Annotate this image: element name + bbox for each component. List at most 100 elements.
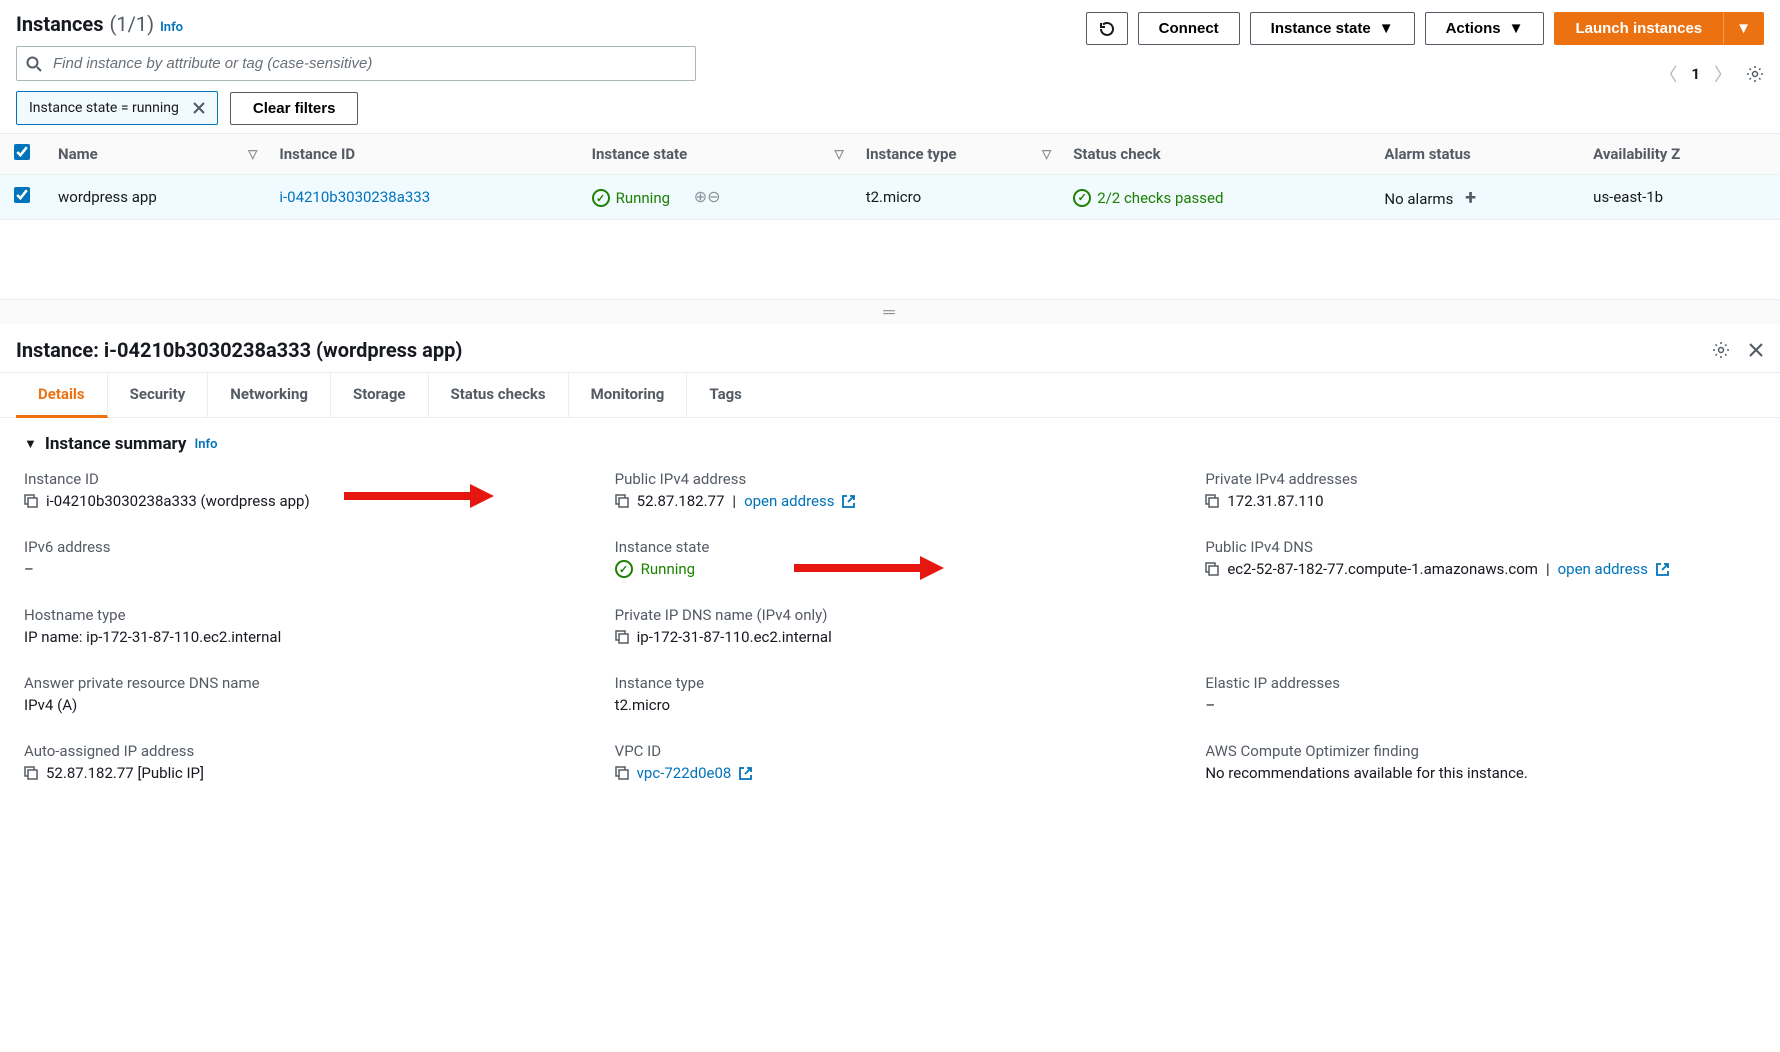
actions-button[interactable]: Actions ▼	[1425, 12, 1545, 45]
launch-button-group: Launch instances ▼	[1554, 12, 1764, 45]
prev-page-button[interactable]: 〈	[1659, 61, 1677, 87]
summary-private-dns: Private IP DNS name (IPv4 only) ip-172-3…	[615, 606, 1166, 646]
summary-ipv6: IPv6 address –	[24, 538, 575, 578]
external-link-icon	[1656, 563, 1669, 576]
col-instance-state[interactable]: Instance state▽	[578, 134, 852, 175]
summary-grid: Instance ID i-04210b3030238a333 (wordpre…	[24, 470, 1756, 782]
filter-chip: Instance state = running	[16, 91, 218, 125]
vpc-link[interactable]: vpc-722d0e08	[637, 764, 732, 782]
copy-icon[interactable]	[615, 630, 629, 644]
select-all-checkbox[interactable]	[14, 144, 30, 160]
summary-answer-dns: Answer private resource DNS name IPv4 (A…	[24, 674, 575, 714]
summary-public-ipv4: Public IPv4 address 52.87.182.77 | open …	[615, 470, 1166, 510]
check-circle-icon: ✓	[1073, 189, 1091, 207]
summary-optimizer: AWS Compute Optimizer finding No recomme…	[1205, 742, 1756, 782]
open-address-link[interactable]: open address	[1558, 560, 1648, 578]
summary-info-link[interactable]: Info	[195, 437, 218, 452]
connect-button[interactable]: Connect	[1138, 12, 1240, 45]
filter-row: Instance state = running Clear filters	[16, 91, 1086, 125]
tab-security[interactable]: Security	[108, 373, 209, 417]
tab-storage[interactable]: Storage	[331, 373, 429, 417]
col-instance-id[interactable]: Instance ID	[265, 134, 577, 175]
instance-state-label: Instance state	[1271, 20, 1371, 37]
summary-vpc-id: VPC ID vpc-722d0e08	[615, 742, 1166, 782]
panel-resize-handle[interactable]: ═	[0, 300, 1780, 324]
filter-chip-remove[interactable]	[189, 98, 209, 118]
tab-tags[interactable]: Tags	[687, 373, 764, 417]
title-row: Instances (1/1) Info	[16, 12, 1086, 36]
summary-title: Instance summary	[45, 434, 187, 454]
launch-button[interactable]: Launch instances	[1554, 12, 1723, 45]
detail-header: Instance: i-04210b3030238a333 (wordpress…	[0, 324, 1780, 373]
cell-alarm-status: No alarms +	[1370, 175, 1579, 220]
col-availability[interactable]: Availability Z	[1579, 134, 1780, 175]
check-circle-icon: ✓	[615, 560, 633, 578]
tab-networking[interactable]: Networking	[208, 373, 331, 417]
cell-instance-id[interactable]: i-04210b3030238a333	[279, 188, 430, 206]
summary-hostname-type: Hostname type IP name: ip-172-31-87-110.…	[24, 606, 575, 646]
detail-settings-icon[interactable]	[1712, 341, 1730, 359]
table-spacer	[0, 220, 1780, 300]
table-row[interactable]: wordpress app i-04210b3030238a333 ✓ Runn…	[0, 175, 1780, 220]
col-alarm-status[interactable]: Alarm status	[1370, 134, 1579, 175]
open-address-link[interactable]: open address	[744, 492, 834, 510]
cell-name: wordpress app	[44, 175, 265, 220]
summary-elastic-ip: Elastic IP addresses –	[1205, 674, 1756, 714]
summary-instance-state: Instance state ✓ Running	[615, 538, 1166, 578]
tab-status-checks[interactable]: Status checks	[429, 373, 569, 417]
cell-instance-state: ✓ Running	[592, 189, 670, 207]
settings-icon[interactable]	[1746, 65, 1764, 83]
filter-icon: ▽	[1042, 147, 1051, 161]
header-left: Instances (1/1) Info Instance state = ru…	[16, 12, 1086, 125]
instances-table: Name▽ Instance ID Instance state▽ Instan…	[0, 133, 1780, 220]
page-count: (1/1)	[110, 12, 155, 36]
clear-filters-button[interactable]: Clear filters	[230, 92, 359, 125]
summary-private-ipv4: Private IPv4 addresses 172.31.87.110	[1205, 470, 1756, 510]
header-right: Connect Instance state ▼ Actions ▼ Launc…	[1086, 12, 1764, 87]
pagination-row: 〈 1 〉	[1659, 61, 1764, 87]
copy-icon[interactable]	[24, 766, 38, 780]
filter-icon: ▽	[834, 147, 843, 161]
detail-tabs: Details Security Networking Storage Stat…	[0, 373, 1780, 418]
caret-down-icon: ▼	[1379, 20, 1394, 37]
tab-details[interactable]: Details	[16, 373, 108, 418]
summary-section: ▼ Instance summary Info Instance ID i-04…	[0, 418, 1780, 798]
tab-monitoring[interactable]: Monitoring	[569, 373, 688, 417]
copy-icon[interactable]	[1205, 562, 1219, 576]
page-header: Instances (1/1) Info Instance state = ru…	[0, 0, 1780, 133]
close-detail-button[interactable]	[1748, 342, 1764, 358]
detail-title: Instance: i-04210b3030238a333 (wordpress…	[16, 338, 462, 362]
copy-icon[interactable]	[24, 494, 38, 508]
add-alarm-button[interactable]: +	[1465, 185, 1476, 209]
summary-public-dns: Public IPv4 DNS ec2-52-87-182-77.compute…	[1205, 538, 1756, 578]
search-input[interactable]	[16, 46, 696, 81]
row-checkbox[interactable]	[14, 187, 30, 203]
action-row: Connect Instance state ▼ Actions ▼ Launc…	[1086, 12, 1764, 45]
caret-down-icon: ▼	[1509, 20, 1524, 37]
page-title: Instances	[16, 12, 104, 36]
col-status-check[interactable]: Status check	[1059, 134, 1370, 175]
instance-state-button[interactable]: Instance state ▼	[1250, 12, 1415, 45]
filter-chip-label: Instance state = running	[29, 100, 179, 116]
zoom-icons[interactable]: ⊕⊖	[694, 187, 721, 206]
external-link-icon	[739, 767, 752, 780]
summary-instance-type: Instance type t2.micro	[615, 674, 1166, 714]
table-header-row: Name▽ Instance ID Instance state▽ Instan…	[0, 134, 1780, 175]
summary-head[interactable]: ▼ Instance summary Info	[24, 434, 1756, 454]
refresh-button[interactable]	[1086, 12, 1128, 45]
col-instance-type[interactable]: Instance type▽	[852, 134, 1059, 175]
copy-icon[interactable]	[1205, 494, 1219, 508]
caret-down-icon: ▼	[1736, 20, 1751, 37]
filter-icon: ▽	[248, 147, 257, 161]
search-icon	[26, 56, 42, 72]
next-page-button[interactable]: 〉	[1714, 61, 1732, 87]
launch-dropdown-button[interactable]: ▼	[1723, 12, 1764, 45]
copy-icon[interactable]	[615, 494, 629, 508]
page-number: 1	[1691, 65, 1700, 83]
copy-icon[interactable]	[615, 766, 629, 780]
info-link[interactable]: Info	[160, 20, 183, 35]
cell-status-check: ✓ 2/2 checks passed	[1073, 189, 1223, 207]
summary-auto-ip: Auto-assigned IP address 52.87.182.77 [P…	[24, 742, 575, 782]
col-name[interactable]: Name▽	[44, 134, 265, 175]
search-wrap	[16, 46, 696, 81]
